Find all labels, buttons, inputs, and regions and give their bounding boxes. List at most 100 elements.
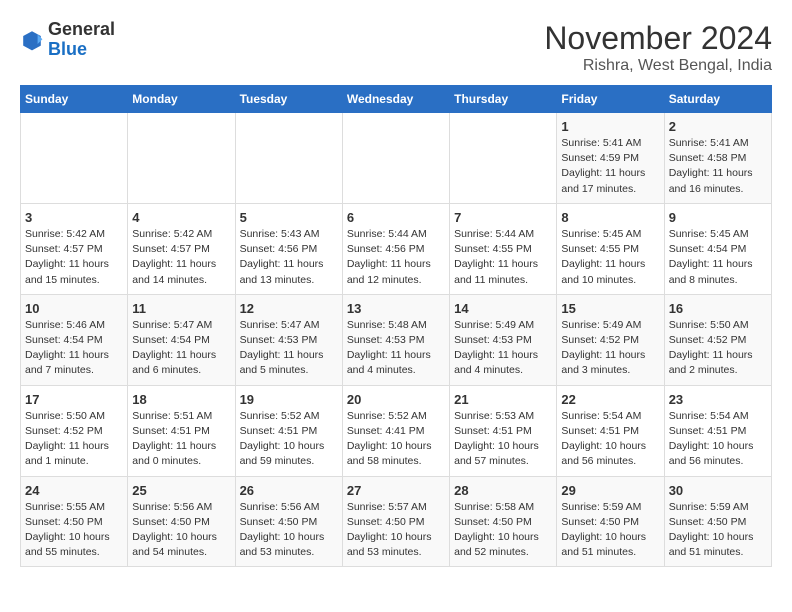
calendar-cell: 21 Sunrise: 5:53 AMSunset: 4:51 PMDayligh… <box>450 385 557 476</box>
day-number: 13 <box>347 301 445 316</box>
calendar-cell <box>450 113 557 204</box>
calendar-cell <box>128 113 235 204</box>
calendar-cell: 1Sunrise: 5:41 AMSunset: 4:59 PMDaylight… <box>557 113 664 204</box>
calendar-cell: 8 Sunrise: 5:45 AMSunset: 4:55 PMDaylight… <box>557 203 664 294</box>
day-number: 21 <box>454 392 552 407</box>
day-info: Sunrise: 5:53 AMSunset: 4:51 PMDaylight:… <box>454 409 552 470</box>
calendar-cell: 12 Sunrise: 5:47 AMSunset: 4:53 PMDayligh… <box>235 294 342 385</box>
day-number: 6 <box>347 210 445 225</box>
day-info: Sunrise: 5:58 AMSunset: 4:50 PMDaylight:… <box>454 500 552 561</box>
day-number: 25 <box>132 483 230 498</box>
day-info: Sunrise: 5:45 AMSunset: 4:55 PMDaylight:… <box>561 227 659 288</box>
calendar-cell: 29 Sunrise: 5:59 AMSunset: 4:50 PMDayligh… <box>557 476 664 567</box>
day-number: 23 <box>669 392 767 407</box>
day-info: Sunrise: 5:52 AMSunset: 4:41 PMDaylight:… <box>347 409 445 470</box>
day-info: Sunrise: 5:56 AMSunset: 4:50 PMDaylight:… <box>240 500 338 561</box>
weekday-header: Tuesday <box>235 86 342 113</box>
calendar-cell: 5Sunrise: 5:43 AMSunset: 4:56 PMDaylight… <box>235 203 342 294</box>
calendar-cell: 4 Sunrise: 5:42 AMSunset: 4:57 PMDaylight… <box>128 203 235 294</box>
day-info: Sunrise: 5:47 AMSunset: 4:53 PMDaylight:… <box>240 318 338 379</box>
calendar-week-row: 3 Sunrise: 5:42 AMSunset: 4:57 PMDaylight… <box>21 203 772 294</box>
month-title: November 2024 <box>544 20 772 57</box>
day-number: 7 <box>454 210 552 225</box>
calendar-cell: 13 Sunrise: 5:48 AMSunset: 4:53 PMDayligh… <box>342 294 449 385</box>
day-info: Sunrise: 5:43 AMSunset: 4:56 PMDaylight:… <box>240 227 338 288</box>
day-info: Sunrise: 5:49 AMSunset: 4:53 PMDaylight:… <box>454 318 552 379</box>
calendar-cell: 3 Sunrise: 5:42 AMSunset: 4:57 PMDaylight… <box>21 203 128 294</box>
day-number: 9 <box>669 210 767 225</box>
day-info: Sunrise: 5:41 AMSunset: 4:58 PMDaylight:… <box>669 136 767 197</box>
day-number: 19 <box>240 392 338 407</box>
day-info: Sunrise: 5:42 AMSunset: 4:57 PMDaylight:… <box>25 227 123 288</box>
calendar-cell <box>21 113 128 204</box>
calendar-cell: 14 Sunrise: 5:49 AMSunset: 4:53 PMDayligh… <box>450 294 557 385</box>
day-info: Sunrise: 5:48 AMSunset: 4:53 PMDaylight:… <box>347 318 445 379</box>
calendar-cell: 11 Sunrise: 5:47 AMSunset: 4:54 PMDayligh… <box>128 294 235 385</box>
calendar-cell <box>342 113 449 204</box>
day-info: Sunrise: 5:52 AMSunset: 4:51 PMDaylight:… <box>240 409 338 470</box>
day-info: Sunrise: 5:57 AMSunset: 4:50 PMDaylight:… <box>347 500 445 561</box>
day-number: 10 <box>25 301 123 316</box>
day-number: 15 <box>561 301 659 316</box>
day-info: Sunrise: 5:54 AMSunset: 4:51 PMDaylight:… <box>561 409 659 470</box>
day-info: Sunrise: 5:44 AMSunset: 4:56 PMDaylight:… <box>347 227 445 288</box>
calendar-cell: 25 Sunrise: 5:56 AMSunset: 4:50 PMDayligh… <box>128 476 235 567</box>
weekday-header: Friday <box>557 86 664 113</box>
calendar-cell: 2 Sunrise: 5:41 AMSunset: 4:58 PMDaylight… <box>664 113 771 204</box>
calendar-cell: 9 Sunrise: 5:45 AMSunset: 4:54 PMDaylight… <box>664 203 771 294</box>
day-number: 20 <box>347 392 445 407</box>
logo-icon <box>20 28 44 52</box>
day-info: Sunrise: 5:44 AMSunset: 4:55 PMDaylight:… <box>454 227 552 288</box>
day-number: 29 <box>561 483 659 498</box>
day-number: 4 <box>132 210 230 225</box>
calendar-cell: 23Sunrise: 5:54 AMSunset: 4:51 PMDayligh… <box>664 385 771 476</box>
day-number: 11 <box>132 301 230 316</box>
day-info: Sunrise: 5:59 AMSunset: 4:50 PMDaylight:… <box>561 500 659 561</box>
day-number: 8 <box>561 210 659 225</box>
day-number: 17 <box>25 392 123 407</box>
weekday-header: Sunday <box>21 86 128 113</box>
calendar-cell: 22Sunrise: 5:54 AMSunset: 4:51 PMDayligh… <box>557 385 664 476</box>
day-number: 3 <box>25 210 123 225</box>
calendar-cell: 24 Sunrise: 5:55 AMSunset: 4:50 PMDayligh… <box>21 476 128 567</box>
calendar-cell: 26 Sunrise: 5:56 AMSunset: 4:50 PMDayligh… <box>235 476 342 567</box>
day-number: 26 <box>240 483 338 498</box>
calendar-cell: 19 Sunrise: 5:52 AMSunset: 4:51 PMDayligh… <box>235 385 342 476</box>
day-number: 28 <box>454 483 552 498</box>
day-info: Sunrise: 5:51 AMSunset: 4:51 PMDaylight:… <box>132 409 230 470</box>
weekday-header: Wednesday <box>342 86 449 113</box>
day-number: 24 <box>25 483 123 498</box>
day-info: Sunrise: 5:45 AMSunset: 4:54 PMDaylight:… <box>669 227 767 288</box>
day-info: Sunrise: 5:50 AMSunset: 4:52 PMDaylight:… <box>669 318 767 379</box>
weekday-header-row: SundayMondayTuesdayWednesdayThursdayFrid… <box>21 86 772 113</box>
day-info: Sunrise: 5:55 AMSunset: 4:50 PMDaylight:… <box>25 500 123 561</box>
day-info: Sunrise: 5:56 AMSunset: 4:50 PMDaylight:… <box>132 500 230 561</box>
day-number: 14 <box>454 301 552 316</box>
calendar-week-row: 1Sunrise: 5:41 AMSunset: 4:59 PMDaylight… <box>21 113 772 204</box>
calendar-week-row: 10Sunrise: 5:46 AMSunset: 4:54 PMDayligh… <box>21 294 772 385</box>
calendar-cell <box>235 113 342 204</box>
day-number: 2 <box>669 119 767 134</box>
day-info: Sunrise: 5:47 AMSunset: 4:54 PMDaylight:… <box>132 318 230 379</box>
day-info: Sunrise: 5:42 AMSunset: 4:57 PMDaylight:… <box>132 227 230 288</box>
day-info: Sunrise: 5:49 AMSunset: 4:52 PMDaylight:… <box>561 318 659 379</box>
page-header: General Blue November 2024 Rishra, West … <box>20 20 772 75</box>
day-number: 27 <box>347 483 445 498</box>
day-number: 12 <box>240 301 338 316</box>
day-number: 30 <box>669 483 767 498</box>
logo-text: General Blue <box>48 20 115 60</box>
logo: General Blue <box>20 20 115 60</box>
calendar-table: SundayMondayTuesdayWednesdayThursdayFrid… <box>20 85 772 567</box>
weekday-header: Thursday <box>450 86 557 113</box>
calendar-cell: 27 Sunrise: 5:57 AMSunset: 4:50 PMDayligh… <box>342 476 449 567</box>
calendar-cell: 30 Sunrise: 5:59 AMSunset: 4:50 PMDayligh… <box>664 476 771 567</box>
location: Rishra, West Bengal, India <box>544 57 772 75</box>
calendar-cell: 10Sunrise: 5:46 AMSunset: 4:54 PMDayligh… <box>21 294 128 385</box>
calendar-cell: 20 Sunrise: 5:52 AMSunset: 4:41 PMDayligh… <box>342 385 449 476</box>
calendar-cell: 17Sunrise: 5:50 AMSunset: 4:52 PMDayligh… <box>21 385 128 476</box>
weekday-header: Monday <box>128 86 235 113</box>
calendar-cell: 7 Sunrise: 5:44 AMSunset: 4:55 PMDaylight… <box>450 203 557 294</box>
calendar-week-row: 17Sunrise: 5:50 AMSunset: 4:52 PMDayligh… <box>21 385 772 476</box>
weekday-header: Saturday <box>664 86 771 113</box>
day-info: Sunrise: 5:59 AMSunset: 4:50 PMDaylight:… <box>669 500 767 561</box>
